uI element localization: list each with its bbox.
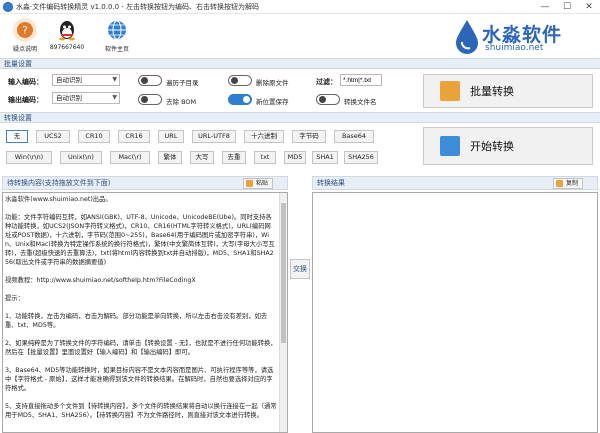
- result-textarea[interactable]: [312, 192, 598, 433]
- paste-icon: [246, 180, 253, 187]
- copy-button[interactable]: 复制: [553, 178, 584, 189]
- close-button[interactable]: ✕: [578, 0, 600, 14]
- option-uppercase[interactable]: 大写: [190, 151, 214, 164]
- input-encoding-value: 自动识别: [56, 76, 82, 84]
- toggle-knob: [319, 96, 326, 103]
- option-md5[interactable]: MD5: [284, 151, 306, 164]
- option-win-newline[interactable]: Win(\r\n): [6, 151, 52, 164]
- qq-icon: [55, 18, 79, 42]
- option-base64[interactable]: Base64: [334, 130, 374, 143]
- convert-filename-label: 转换文件名: [344, 98, 377, 106]
- minimize-button[interactable]: —: [534, 0, 556, 14]
- save-new-location-label: 新位置保存: [256, 98, 289, 106]
- delete-source-label: 删除原文件: [256, 79, 289, 87]
- start-convert-label: 开始转换: [470, 140, 514, 153]
- option-url[interactable]: URL: [158, 130, 184, 143]
- option-unix-newline[interactable]: Unix(\n): [60, 151, 102, 164]
- source-content: 水淼软件(www.shuimiao.net)出品。 功能：文件字符编码互转，如A…: [5, 196, 277, 419]
- paste-label: 粘贴: [256, 180, 269, 187]
- convert-icon: [440, 136, 460, 156]
- toggle-save-new-location[interactable]: [228, 94, 252, 105]
- option-traditional[interactable]: 繁体: [158, 151, 182, 164]
- qq-label: 897667640: [49, 44, 85, 51]
- batch-convert-label: 批量转换: [470, 85, 514, 98]
- toggle-traverse-subdirs[interactable]: [138, 75, 162, 86]
- source-panel-header: 待转换内容(支持拖放文件到下面) 粘贴: [2, 176, 288, 190]
- paste-button[interactable]: 粘贴: [243, 178, 274, 189]
- help-icon: ?: [13, 18, 37, 42]
- option-none[interactable]: 无: [6, 130, 28, 143]
- source-panel-title: 待转换内容(支持拖放文件到下面): [7, 179, 111, 187]
- window-controls: — ☐ ✕: [534, 0, 600, 14]
- output-encoding-value: 自动识别: [56, 94, 82, 102]
- batch-convert-button[interactable]: 批量转换: [423, 74, 593, 108]
- app-icon: [3, 1, 13, 12]
- swap-button[interactable]: 交换: [290, 259, 310, 279]
- input-encoding-select[interactable]: 自动识别 ▼: [52, 74, 120, 86]
- toggle-convert-filename[interactable]: [316, 94, 340, 105]
- option-mac-newline[interactable]: Mac(\r): [110, 151, 150, 164]
- water-drop-icon: [456, 20, 478, 54]
- convert-section-title: 转换设置: [4, 113, 32, 122]
- option-sha1[interactable]: SHA1: [312, 151, 338, 164]
- brand-logo: 水淼软件 shuimiao.net: [450, 14, 590, 58]
- result-panel-title: 转换结果: [317, 179, 345, 187]
- batch-section-title: 批量设置: [4, 59, 32, 68]
- svg-text:?: ?: [22, 24, 28, 37]
- start-convert-button[interactable]: 开始转换: [423, 127, 593, 165]
- option-url-utf8[interactable]: URL-UTF8: [192, 130, 236, 143]
- folder-icon: [440, 81, 460, 101]
- source-textarea[interactable]: 水淼软件(www.shuimiao.net)出品。 功能：文件字符编码互转，如A…: [2, 192, 288, 433]
- source-scrollbar[interactable]: [279, 193, 287, 432]
- result-content: [313, 193, 597, 197]
- convert-section-header: 转换设置: [0, 112, 600, 123]
- option-hex[interactable]: 十六进制: [244, 130, 284, 143]
- batch-section-header: 批量设置: [0, 58, 600, 69]
- option-cr16[interactable]: CR16: [118, 130, 150, 143]
- logo-text-en: shuimiao.net: [485, 43, 544, 53]
- homepage-button[interactable]: 软件主页: [95, 18, 139, 53]
- option-ucs2[interactable]: UCS2: [36, 130, 70, 143]
- toggle-knob: [141, 96, 148, 103]
- convert-settings: 无 UCS2 CR10 CR16 URL URL-UTF8 十六进制 字节码 B…: [0, 124, 600, 169]
- chevron-down-icon: ▼: [112, 76, 117, 83]
- copy-icon: [556, 180, 563, 187]
- help-button[interactable]: ? 疑点说明: [3, 18, 47, 53]
- output-encoding-select[interactable]: 自动识别 ▼: [52, 92, 120, 104]
- remove-bom-label: 去除 BOM: [166, 98, 197, 106]
- help-label: 疑点说明: [12, 46, 37, 53]
- toggle-knob: [231, 77, 238, 84]
- option-sha256[interactable]: SHA256: [344, 151, 378, 164]
- output-encoding-label: 输出编码：: [8, 96, 43, 104]
- traverse-subdirs-label: 遍历子目录: [166, 79, 199, 87]
- chevron-down-icon: ▼: [112, 94, 117, 101]
- scrollbar-thumb[interactable]: [281, 203, 286, 343]
- toggle-knob: [141, 77, 148, 84]
- option-bytecode[interactable]: 字节码: [292, 130, 326, 143]
- input-encoding-label: 输入编码：: [8, 78, 43, 86]
- filter-input[interactable]: [340, 74, 382, 86]
- home-icon: [105, 18, 129, 42]
- filter-label: 过滤：: [316, 78, 337, 86]
- toggle-remove-bom[interactable]: [138, 94, 162, 105]
- option-dedupe[interactable]: 去重: [222, 151, 246, 164]
- maximize-button[interactable]: ☐: [556, 0, 578, 14]
- homepage-label: 软件主页: [104, 46, 129, 53]
- window-title: 水淼·文件编码转换精灵 v1.0.0.0 - 左击转换按钮为编码、右击转换按钮为…: [16, 2, 260, 11]
- toggle-knob: [243, 96, 250, 103]
- result-panel-header: 转换结果 复制: [312, 176, 598, 190]
- qq-button[interactable]: 897667640: [45, 18, 89, 51]
- copy-label: 复制: [566, 180, 579, 187]
- option-txt[interactable]: txt: [254, 151, 276, 164]
- toggle-delete-source[interactable]: [228, 75, 252, 86]
- batch-settings: 输入编码： 自动识别 ▼ 输出编码： 自动识别 ▼ 遍历子目录 删除原文件 去除…: [0, 70, 600, 112]
- option-cr10[interactable]: CR10: [78, 130, 110, 143]
- title-bar: 水淼·文件编码转换精灵 v1.0.0.0 - 左击转换按钮为编码、右击转换按钮为…: [0, 0, 600, 14]
